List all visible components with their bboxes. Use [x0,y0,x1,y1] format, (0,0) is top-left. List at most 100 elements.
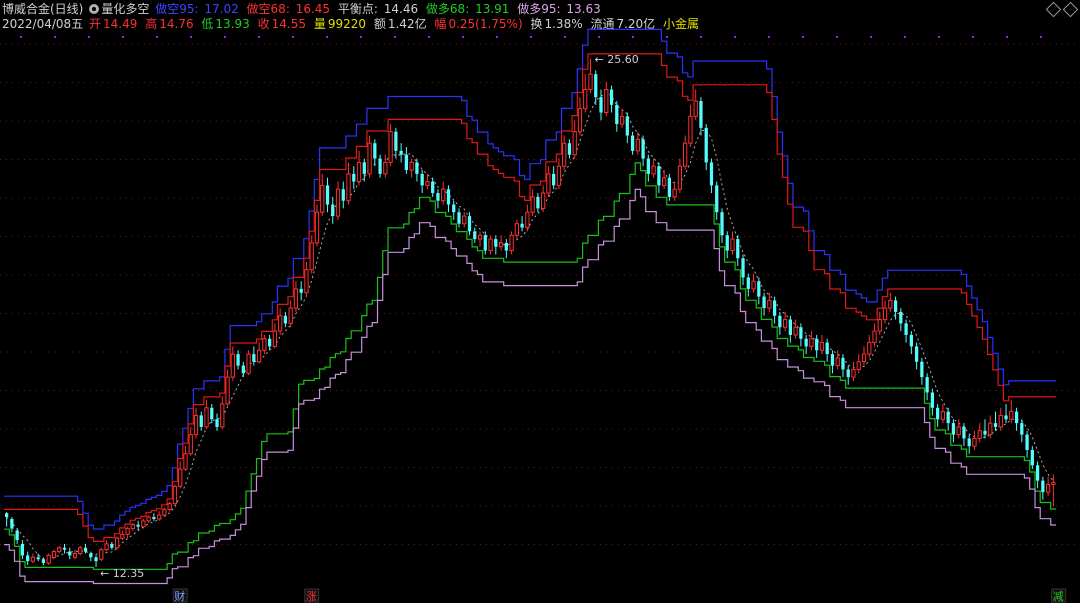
candle-body [572,131,577,156]
candle-body [699,101,703,128]
candle-body [661,177,667,186]
candle-body [415,162,419,174]
candle-body [30,556,36,562]
candle-body [577,108,583,133]
candle-body [114,537,120,549]
candle-body [767,299,772,309]
candle-body [625,116,629,136]
candle-body [193,414,199,436]
candle-body [1020,423,1024,435]
candle-body [62,547,67,550]
candle-body [552,173,556,186]
candle-body [904,323,908,335]
candle-body [89,553,93,558]
candle-body [788,319,793,335]
candle-body [940,411,946,420]
candle-body [972,437,977,447]
candle-body [462,215,467,225]
max-price-label: ← 25.60 [594,53,638,66]
candle-body [441,188,446,202]
candle-body [677,165,683,190]
candle-body [409,161,414,171]
candle-body [646,158,650,174]
candle-body [835,357,840,367]
candle-body [457,212,461,224]
candle-body [167,503,172,510]
candle-body [378,158,382,174]
candle-body [68,551,72,556]
candle-body [657,166,661,186]
candle-body [331,204,335,217]
candle-body [172,485,178,505]
candle-body [367,142,372,175]
candle-body [530,196,535,213]
candle-body [83,547,88,552]
candle-body [125,528,130,535]
candle-body [757,281,761,297]
candle-body [630,135,635,151]
candle-body [851,368,856,378]
marker-dot [156,36,158,38]
marker-dot [700,36,702,38]
candle-body [520,223,524,228]
marker-dot [904,36,906,38]
candle-body [431,181,435,194]
candle-body [772,300,777,316]
candle-body [335,188,341,217]
marker-dot [496,36,498,38]
candle-body [514,223,519,236]
candle-body [220,403,225,428]
candle-body [420,173,424,186]
candle-body [730,238,735,252]
event-marker: 减 [1053,590,1064,603]
candle-body [94,557,98,562]
marker-dot [734,36,736,38]
candle-body [236,354,240,366]
candle-body [41,559,46,564]
candle-body [819,342,825,351]
candle-body [157,514,162,520]
candle-body [1051,482,1056,485]
candle-body [246,353,251,374]
candle-body [341,189,345,201]
candle-body [888,299,893,309]
candle-body [204,407,209,428]
candle-body [946,411,950,424]
marker-dot [836,36,838,38]
candle-body [436,193,440,201]
candle-body [751,280,756,290]
marker-dot [598,36,600,38]
candle-body [120,533,125,539]
candle-body [256,349,262,363]
candle-body [683,142,688,167]
candle-body [615,104,619,125]
candle-body [325,185,330,205]
candle-body [283,315,288,324]
candle-body [704,127,708,163]
candle-body [346,173,351,202]
candle-body [962,426,966,439]
candle-body [746,277,750,289]
candle-body [309,242,314,271]
marker-dot [1040,36,1042,38]
candle-body [977,430,982,439]
candle-body [394,131,398,151]
candle-body [1009,411,1014,420]
candle-body [693,100,698,117]
candlestick-chart[interactable]: ← 25.60 ← 12.35 财 涨 减 [0,0,1080,603]
marker-dot [802,36,804,38]
candle-body [815,338,819,351]
candle-body [556,165,562,186]
event-marker: 涨 [306,590,317,603]
candle-body [241,365,245,374]
candle-body [909,334,913,347]
candle-body [1014,411,1019,424]
candle-body [399,150,403,155]
candle-body [304,269,309,294]
candle-body [314,211,320,244]
candle-body [583,89,588,110]
candle-body [352,173,356,182]
candle-body [262,338,267,351]
short95-line [4,28,1056,530]
candle-body [404,154,409,171]
